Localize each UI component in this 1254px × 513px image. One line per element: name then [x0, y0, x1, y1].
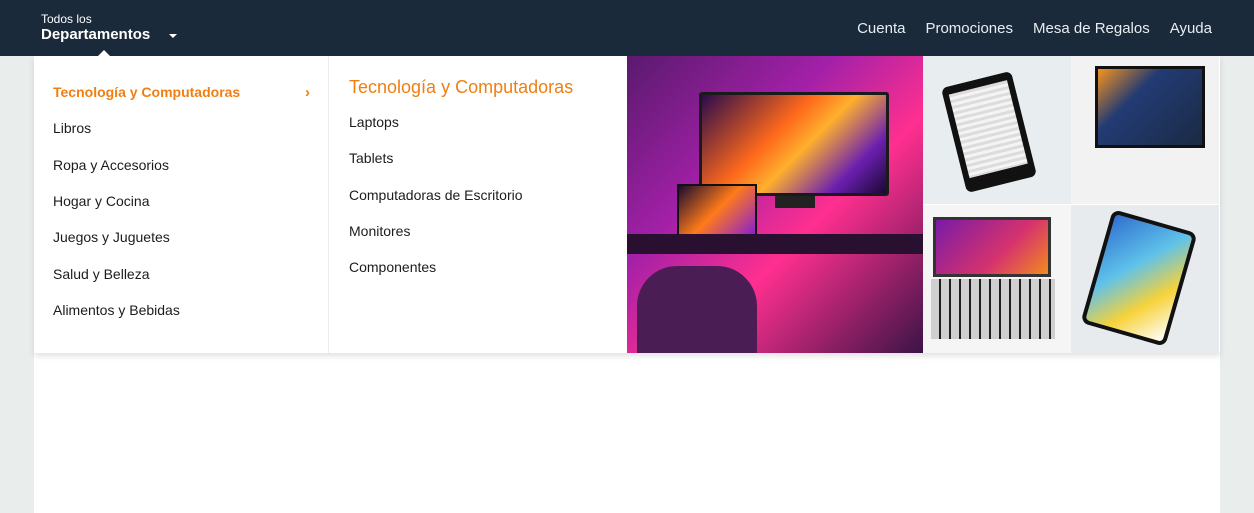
- promo-image-laptop[interactable]: [923, 205, 1071, 353]
- category-label: Alimentos y Bebidas: [53, 301, 180, 318]
- subcategory-item-monitores[interactable]: Monitores: [349, 221, 627, 257]
- nav-link-promociones[interactable]: Promociones: [925, 20, 1013, 37]
- chair-graphic: [637, 266, 757, 353]
- subcategory-panel: Tecnología y Computadoras Laptops Tablet…: [329, 56, 627, 353]
- top-navbar: Todos los Departamentos Cuenta Promocion…: [0, 0, 1254, 56]
- mega-menu: Tecnología y Computadoras › Libros Ropa …: [34, 56, 1220, 353]
- promo-image-tablet[interactable]: [1071, 205, 1219, 353]
- promo-image-grid: [627, 56, 1220, 353]
- chevron-right-icon: ›: [305, 83, 310, 101]
- category-item-hogar[interactable]: Hogar y Cocina: [34, 183, 328, 219]
- subcategory-item-escritorio[interactable]: Computadoras de Escritorio: [349, 185, 627, 221]
- subcategory-item-componentes[interactable]: Componentes: [349, 257, 627, 293]
- category-item-salud[interactable]: Salud y Belleza: [34, 255, 328, 291]
- nav-link-cuenta[interactable]: Cuenta: [857, 20, 905, 37]
- laptop-keyboard-graphic: [931, 279, 1055, 339]
- category-label: Ropa y Accesorios: [53, 156, 169, 173]
- laptop-graphic: [677, 184, 757, 236]
- category-label: Libros: [53, 120, 92, 137]
- nav-link-mesa-de-regalos[interactable]: Mesa de Regalos: [1033, 20, 1150, 37]
- category-item-tecnologia[interactable]: Tecnología y Computadoras ›: [34, 74, 328, 110]
- subcategory-item-tablets[interactable]: Tablets: [349, 148, 627, 184]
- category-item-ropa[interactable]: Ropa y Accesorios: [34, 147, 328, 183]
- subcategory-title: Tecnología y Computadoras: [349, 77, 574, 97]
- category-list: Tecnología y Computadoras › Libros Ropa …: [34, 56, 329, 353]
- desk-graphic: [627, 234, 923, 254]
- category-label: Juegos y Juguetes: [53, 229, 170, 246]
- monitor-stand-graphic: [775, 196, 815, 208]
- promo-image-ereader[interactable]: [923, 56, 1071, 204]
- category-item-libros[interactable]: Libros: [34, 110, 328, 146]
- nav-link-ayuda[interactable]: Ayuda: [1170, 20, 1212, 37]
- ereader-graphic: [941, 70, 1037, 194]
- category-label: Tecnología y Computadoras: [53, 84, 241, 101]
- monitor-graphic: [699, 92, 889, 196]
- promo-image-desktop[interactable]: [1071, 56, 1219, 204]
- departments-label-small: Todos los: [41, 12, 92, 26]
- tablet-graphic: [1080, 209, 1198, 347]
- departments-label-big: Departamentos: [41, 26, 151, 43]
- subcategory-item-laptops[interactable]: Laptops: [349, 112, 627, 148]
- category-item-alimentos[interactable]: Alimentos y Bebidas: [34, 292, 328, 328]
- category-item-juegos[interactable]: Juegos y Juguetes: [34, 219, 328, 255]
- top-nav-links: Cuenta Promociones Mesa de Regalos Ayuda: [837, 0, 1212, 56]
- departments-dropdown[interactable]: Todos los Departamentos: [41, 12, 178, 44]
- departments-label: Todos los Departamentos: [41, 12, 150, 44]
- category-label: Salud y Belleza: [53, 265, 150, 282]
- desktop-monitor-graphic: [1095, 66, 1205, 148]
- category-label: Hogar y Cocina: [53, 193, 150, 210]
- chevron-down-icon: [169, 34, 178, 38]
- laptop-screen-graphic: [933, 217, 1051, 277]
- promo-image-gaming-setup[interactable]: [627, 56, 923, 353]
